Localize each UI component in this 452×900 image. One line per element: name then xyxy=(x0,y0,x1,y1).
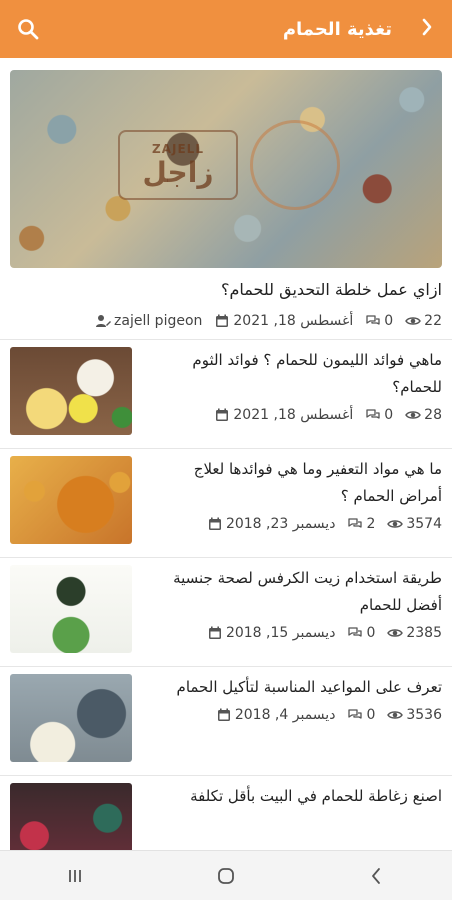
article-meta: 2385 0 ديسمبر 15, 2018 xyxy=(160,625,442,641)
post-date: أغسطس 18, 2021 xyxy=(214,407,353,423)
post-date: أغسطس 18, 2021 xyxy=(214,313,353,329)
calendar-icon xyxy=(216,408,229,421)
eye-icon xyxy=(387,711,404,719)
comments-icon xyxy=(366,409,380,419)
calendar-icon xyxy=(217,708,230,721)
views-count: 2385 xyxy=(387,625,442,641)
post-date: ديسمبر 23, 2018 xyxy=(207,516,335,532)
back-icon[interactable] xyxy=(420,16,434,43)
list-item[interactable]: ماهي فوائد الليمون للحمام ؟ فوائد الثوم … xyxy=(0,340,452,449)
featured-title[interactable]: ازاي عمل خلطة التحديق للحمام؟ xyxy=(10,280,442,299)
article-title[interactable]: ماهي فوائد الليمون للحمام ؟ فوائد الثوم … xyxy=(160,347,442,401)
comments-icon xyxy=(348,627,363,637)
search-icon[interactable] xyxy=(16,17,40,41)
nav-home-icon xyxy=(218,867,234,884)
eye-icon xyxy=(387,520,404,528)
calendar-icon xyxy=(216,314,229,327)
calendar-icon xyxy=(208,626,221,639)
featured-article[interactable]: ZAJELL زاجل ازاي عمل خلطة التحديق للحمام… xyxy=(0,58,452,340)
article-thumbnail[interactable] xyxy=(10,456,132,544)
views-count: 28 xyxy=(405,407,442,423)
views-count: 3536 xyxy=(387,707,442,723)
article-title[interactable]: طريقة استخدام زيت الكرفس لصحة جنسية أفضل… xyxy=(160,565,442,619)
article-thumbnail[interactable] xyxy=(10,347,132,435)
comments-icon xyxy=(366,315,380,325)
pigeon-seal-watermark xyxy=(250,120,340,210)
list-item[interactable]: ما هي مواد التعفير وما هي فوائدها لعلاج … xyxy=(0,449,452,558)
featured-meta: 22 0 أغسطس 18, 2021 zajell pigeon xyxy=(10,313,442,329)
article-title[interactable]: ما هي مواد التعفير وما هي فوائدها لعلاج … xyxy=(160,456,442,510)
article-meta: 28 0 أغسطس 18, 2021 xyxy=(160,407,442,423)
comments-count: 2 xyxy=(347,516,375,532)
eye-icon xyxy=(405,317,422,325)
article-title[interactable]: اصنع زغاطة للحمام في البيت بأقل تكلفة xyxy=(160,783,442,810)
eye-icon xyxy=(405,411,422,419)
comments-icon xyxy=(348,518,363,528)
nav-back-button[interactable] xyxy=(357,861,397,891)
article-meta: 3536 0 ديسمبر 4, 2018 xyxy=(160,707,442,723)
comments-count: 0 xyxy=(347,625,375,641)
list-item[interactable]: اصنع زغاطة للحمام في البيت بأقل تكلفة xyxy=(0,776,452,850)
article-feed[interactable]: ZAJELL زاجل ازاي عمل خلطة التحديق للحمام… xyxy=(0,58,452,850)
article-meta: 3574 2 ديسمبر 23, 2018 xyxy=(160,516,442,532)
article-thumbnail[interactable] xyxy=(10,783,132,850)
list-item[interactable]: تعرف على المواعيد المناسبة لتأكيل الحمام… xyxy=(0,667,452,776)
system-nav-bar xyxy=(0,850,452,900)
comments-count: 0 xyxy=(347,707,375,723)
user-edit-icon xyxy=(96,315,112,327)
eye-icon xyxy=(387,629,404,637)
zajell-logo: ZAJELL زاجل xyxy=(118,130,238,200)
featured-image[interactable]: ZAJELL زاجل xyxy=(10,70,442,268)
nav-back-icon xyxy=(371,867,380,884)
article-thumbnail[interactable] xyxy=(10,565,132,653)
post-date: ديسمبر 15, 2018 xyxy=(207,625,335,641)
nav-recents-button[interactable] xyxy=(55,861,95,891)
views-count: 22 xyxy=(405,313,442,329)
post-date: ديسمبر 4, 2018 xyxy=(216,707,335,723)
app-bar: تغذية الحمام xyxy=(0,0,452,58)
calendar-icon xyxy=(208,517,221,530)
post-author[interactable]: zajell pigeon xyxy=(95,313,202,329)
app-bar-title-group: تغذية الحمام xyxy=(283,16,434,43)
comments-count: 0 xyxy=(365,407,393,423)
article-thumbnail[interactable] xyxy=(10,674,132,762)
nav-home-button[interactable] xyxy=(206,861,246,891)
article-title[interactable]: تعرف على المواعيد المناسبة لتأكيل الحمام xyxy=(160,674,442,701)
page-title: تغذية الحمام xyxy=(282,18,392,40)
comments-count: 0 xyxy=(365,313,393,329)
views-count: 3574 xyxy=(387,516,442,532)
list-item[interactable]: طريقة استخدام زيت الكرفس لصحة جنسية أفضل… xyxy=(0,558,452,667)
comments-icon xyxy=(348,709,363,719)
nav-recents-icon xyxy=(69,869,82,882)
